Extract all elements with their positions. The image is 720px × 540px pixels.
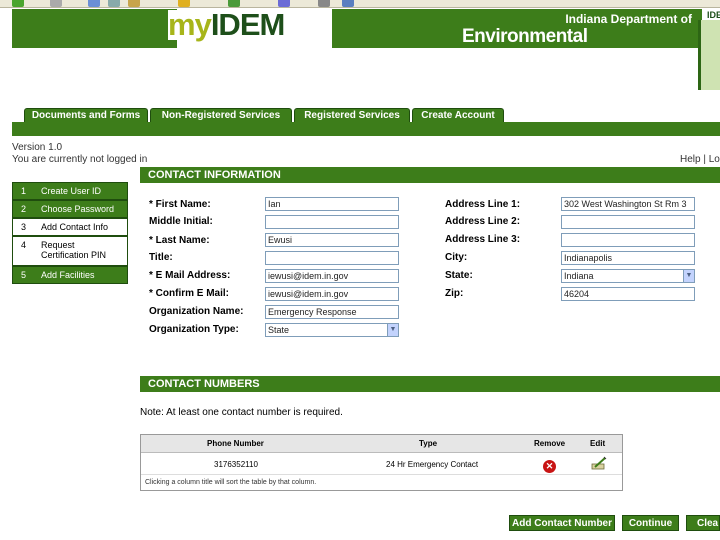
first-name-label: * First Name: (149, 199, 211, 210)
address-line-2-label: Address Line 2: (445, 216, 521, 227)
add-contact-number-button[interactable]: Add Contact Number (509, 515, 615, 531)
table-row: 3176352110 24 Hr Emergency Contact ✕ (141, 453, 622, 475)
step-number: 1 (21, 186, 27, 196)
step-add-contact-info[interactable]: 3 Add Contact Info (12, 218, 128, 236)
column-phone-number[interactable]: Phone Number (207, 439, 264, 448)
phone-number-cell: 3176352110 (214, 460, 258, 469)
state-badge: IDE (707, 10, 720, 20)
history-icon[interactable] (228, 0, 240, 7)
last-name-label: * Last Name: (149, 235, 210, 246)
tab-documents-and-forms[interactable]: Documents and Forms (24, 108, 148, 122)
banner-stripe-left (12, 9, 177, 48)
step-number: 5 (21, 270, 27, 280)
logo-my: my (168, 7, 212, 42)
agency-title: Indiana Department of Environmental Mana… (462, 9, 702, 69)
help-link[interactable]: Help | Lo (680, 154, 720, 165)
organization-type-label: Organization Type: (149, 324, 239, 335)
address-line-3-label: Address Line 3: (445, 234, 521, 245)
step-number: 3 (21, 222, 27, 232)
step-label: Add Contact Info (41, 222, 109, 232)
contact-information-heading: CONTACT INFORMATION (140, 167, 720, 183)
step-request-certification-pin[interactable]: 4 Request Certification PIN (12, 236, 128, 266)
column-type[interactable]: Type (419, 439, 437, 448)
chevron-down-icon[interactable]: ▼ (683, 270, 694, 282)
step-label: Add Facilities (41, 270, 95, 280)
agency-line-1: Indiana Department of (565, 12, 692, 26)
chevron-down-icon[interactable]: ▼ (387, 324, 398, 336)
home-icon[interactable] (128, 0, 140, 7)
step-label: Request Certification PIN (41, 240, 107, 260)
phone-type-cell: 24 Hr Emergency Contact (386, 460, 479, 469)
sort-hint: Clicking a column title will sort the ta… (145, 479, 317, 486)
city-field[interactable]: Indianapolis (561, 251, 695, 265)
confirm-email-label: * Confirm E Mail: (149, 288, 230, 299)
mail-icon[interactable] (278, 0, 290, 7)
middle-initial-field[interactable] (265, 215, 399, 229)
step-number: 4 (21, 240, 27, 250)
state-value: Indiana (564, 271, 594, 281)
tab-non-registered-services[interactable]: Non-Registered Services (150, 108, 292, 122)
confirm-email-field[interactable]: iewusi@idem.in.gov (265, 287, 399, 301)
print-icon[interactable] (318, 0, 330, 7)
clear-button[interactable]: Clea (686, 515, 720, 531)
stop-icon[interactable] (88, 0, 100, 7)
state-select[interactable]: Indiana ▼ (561, 269, 695, 283)
favorites-icon[interactable] (178, 0, 190, 7)
last-name-field[interactable]: Ewusi (265, 233, 399, 247)
tab-create-account[interactable]: Create Account (412, 108, 504, 122)
column-remove[interactable]: Remove (534, 439, 565, 448)
organization-name-field[interactable]: Emergency Response (265, 305, 399, 319)
myidem-logo: myIDEM (168, 7, 318, 42)
edit-page-icon[interactable] (342, 0, 354, 7)
step-choose-password[interactable]: 2 Choose Password (12, 200, 128, 218)
title-label: Title: (149, 252, 173, 263)
step-label: Create User ID (41, 186, 102, 196)
step-add-facilities[interactable]: 5 Add Facilities (12, 266, 128, 284)
address-line-1-field[interactable]: 302 West Washington St Rm 3 (561, 197, 695, 211)
browser-toolbar (0, 0, 720, 8)
state-label: State: (445, 270, 473, 281)
zip-label: Zip: (445, 288, 464, 299)
title-field[interactable] (265, 251, 399, 265)
remove-icon[interactable]: ✕ (543, 460, 556, 473)
organization-name-label: Organization Name: (149, 306, 244, 317)
organization-type-select[interactable]: State ▼ (265, 323, 399, 337)
edit-icon[interactable] (591, 456, 607, 471)
continue-button[interactable]: Continue (622, 515, 679, 531)
indiana-state-icon: IDE (698, 10, 720, 90)
back-icon[interactable] (12, 0, 24, 7)
table-header: Phone Number Type Remove Edit (141, 435, 622, 453)
zip-field[interactable]: 46204 (561, 287, 695, 301)
version-text: Version 1.0 (12, 142, 63, 153)
middle-initial-label: Middle Initial: (149, 216, 213, 227)
email-field[interactable]: iewusi@idem.in.gov (265, 269, 399, 283)
contact-numbers-note: Note: At least one contact number is req… (140, 407, 343, 418)
banner-stripe-middle (332, 9, 472, 48)
contact-numbers-heading: CONTACT NUMBERS (140, 376, 720, 392)
city-label: City: (445, 252, 468, 263)
organization-type-value: State (268, 325, 290, 335)
step-create-user-id[interactable]: 1 Create User ID (12, 182, 128, 200)
tab-underline-bar (12, 122, 720, 136)
address-line-1-label: Address Line 1: (445, 199, 521, 210)
step-label: Choose Password (41, 204, 115, 214)
agency-line-2: Environmental Management (462, 26, 588, 69)
column-edit[interactable]: Edit (590, 439, 605, 448)
email-label: * E Mail Address: (149, 270, 231, 281)
address-line-2-field[interactable] (561, 215, 695, 229)
login-status-text: You are currently not logged in (12, 154, 148, 165)
refresh-icon[interactable] (108, 0, 120, 7)
first-name-field[interactable]: Ian (265, 197, 399, 211)
contact-numbers-table: Phone Number Type Remove Edit 3176352110… (140, 434, 623, 491)
logo-idem: IDEM (210, 7, 285, 42)
address-line-3-field[interactable] (561, 233, 695, 247)
step-number: 2 (21, 204, 27, 214)
tab-registered-services[interactable]: Registered Services (294, 108, 410, 122)
forward-icon[interactable] (50, 0, 62, 7)
